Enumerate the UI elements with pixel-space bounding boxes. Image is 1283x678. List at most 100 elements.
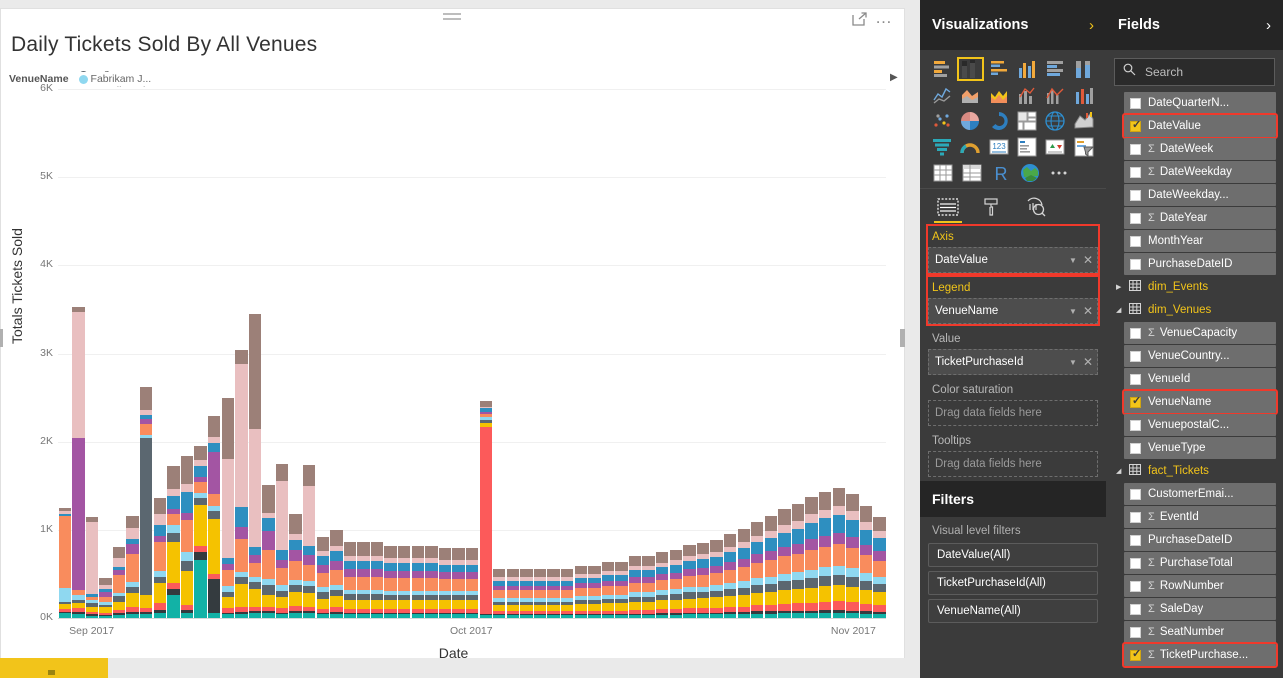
- bar-segment[interactable]: [58, 588, 71, 603]
- bar-segment[interactable]: [153, 498, 167, 515]
- bar-segment[interactable]: [778, 509, 791, 526]
- chart-bar[interactable]: [465, 548, 479, 618]
- bar-segment[interactable]: [791, 589, 805, 604]
- bar-segment[interactable]: [873, 614, 886, 618]
- bar-segment[interactable]: [778, 532, 791, 547]
- chart-bar[interactable]: [533, 569, 547, 618]
- field-checkbox[interactable]: [1130, 534, 1141, 546]
- chart-bar[interactable]: [207, 416, 221, 618]
- bar-segment[interactable]: [180, 491, 194, 514]
- bar-segment[interactable]: [370, 542, 384, 556]
- legend-item[interactable]: Foxtail Rock: [78, 85, 157, 87]
- chart-bar[interactable]: [628, 556, 642, 618]
- filter-card[interactable]: VenueName(All): [928, 599, 1098, 623]
- bar-segment[interactable]: [194, 551, 207, 560]
- chart-bar[interactable]: [520, 569, 533, 618]
- bar-segment[interactable]: [262, 595, 275, 608]
- chart-bar[interactable]: [370, 542, 384, 618]
- donut-chart-icon[interactable]: [986, 109, 1012, 133]
- bar-segment[interactable]: [656, 580, 669, 591]
- bar-segment[interactable]: [778, 546, 791, 557]
- bar-segment[interactable]: [669, 599, 682, 610]
- chart-bar[interactable]: [153, 498, 167, 618]
- bar-segment[interactable]: [330, 569, 343, 585]
- bar-segment[interactable]: [533, 590, 547, 599]
- bar-segment[interactable]: [167, 495, 180, 509]
- bar-segment[interactable]: [194, 559, 207, 618]
- chart-bar[interactable]: [588, 565, 601, 618]
- bar-segment[interactable]: [873, 605, 886, 612]
- bar-segment[interactable]: [615, 586, 628, 596]
- bar-segment[interactable]: [180, 520, 194, 552]
- bar-segment[interactable]: [411, 614, 425, 618]
- area-chart-icon[interactable]: [957, 83, 983, 107]
- chart-bar[interactable]: [85, 516, 99, 618]
- chart-bar[interactable]: [275, 463, 289, 618]
- slicer-icon[interactable]: [1071, 135, 1097, 159]
- bar-segment[interactable]: [425, 614, 438, 618]
- filled-map-icon[interactable]: [1071, 109, 1097, 133]
- chart-bar[interactable]: [303, 464, 316, 618]
- bar-segment[interactable]: [683, 575, 696, 588]
- well-dropzone[interactable]: Drag data fields here: [928, 451, 1098, 477]
- bar-segment[interactable]: [180, 455, 194, 485]
- bar-segment[interactable]: [194, 465, 207, 477]
- bar-segment[interactable]: [791, 613, 805, 618]
- bar-segment[interactable]: [642, 570, 655, 578]
- chart-bar[interactable]: [452, 548, 465, 618]
- chart-bar[interactable]: [710, 539, 723, 618]
- bar-segment[interactable]: [438, 600, 452, 610]
- filter-card[interactable]: DateValue(All): [928, 543, 1098, 567]
- bar-segment[interactable]: [370, 576, 384, 590]
- bar-segment[interactable]: [533, 615, 547, 618]
- scroll-nub-right[interactable]: [900, 329, 905, 347]
- bar-segment[interactable]: [398, 600, 411, 610]
- bar-segment[interactable]: [72, 438, 85, 590]
- bar-segment[interactable]: [479, 426, 492, 614]
- bar-segment[interactable]: [140, 424, 153, 435]
- bar-segment[interactable]: [846, 613, 859, 618]
- bar-segment[interactable]: [438, 572, 452, 580]
- bar-segment[interactable]: [751, 578, 764, 585]
- bar-segment[interactable]: [656, 552, 669, 563]
- bar-segment[interactable]: [112, 547, 126, 558]
- bar-segment[interactable]: [330, 529, 343, 546]
- bar-segment[interactable]: [818, 576, 832, 587]
- treemap-icon[interactable]: [1014, 109, 1040, 133]
- bar-segment[interactable]: [370, 599, 384, 610]
- bar-segment[interactable]: [873, 531, 886, 539]
- visual-container[interactable]: … Daily Tickets Sold By All Venues Venue…: [0, 8, 905, 663]
- chart-bar[interactable]: [112, 547, 126, 618]
- chart-bar[interactable]: [248, 313, 262, 618]
- bar-segment[interactable]: [751, 535, 764, 543]
- bar-segment[interactable]: [112, 575, 126, 593]
- chart-bar[interactable]: [791, 504, 805, 618]
- bar-segment[interactable]: [357, 568, 370, 577]
- bar-segment[interactable]: [235, 538, 248, 573]
- bar-segment[interactable]: [452, 565, 465, 573]
- line-stacked-column-chart-icon[interactable]: [1014, 83, 1040, 107]
- field-checkbox[interactable]: [1130, 258, 1141, 270]
- chart-bar[interactable]: [479, 401, 492, 618]
- bar-segment[interactable]: [601, 603, 615, 611]
- bar-segment[interactable]: [248, 313, 262, 429]
- bar-segment[interactable]: [221, 397, 234, 460]
- bar-segment[interactable]: [656, 614, 669, 618]
- chevron-down-icon[interactable]: ▼: [1069, 307, 1077, 316]
- bar-segment[interactable]: [180, 551, 194, 561]
- bar-segment[interactable]: [357, 599, 370, 610]
- bar-segment[interactable]: [791, 553, 805, 573]
- bar-segment[interactable]: [873, 538, 886, 552]
- bar-segment[interactable]: [72, 614, 85, 618]
- bar-segment[interactable]: [859, 580, 873, 590]
- bar-segment[interactable]: [207, 612, 221, 618]
- bar-segment[interactable]: [316, 537, 329, 552]
- bar-segment[interactable]: [235, 506, 248, 528]
- bar-segment[interactable]: [737, 614, 750, 618]
- field-checkbox[interactable]: [1130, 143, 1141, 155]
- bar-segment[interactable]: [316, 556, 329, 566]
- bar-segment[interactable]: [357, 614, 370, 618]
- chart-bar[interactable]: [384, 545, 397, 618]
- bar-segment[interactable]: [642, 582, 655, 593]
- bar-segment[interactable]: [58, 612, 71, 618]
